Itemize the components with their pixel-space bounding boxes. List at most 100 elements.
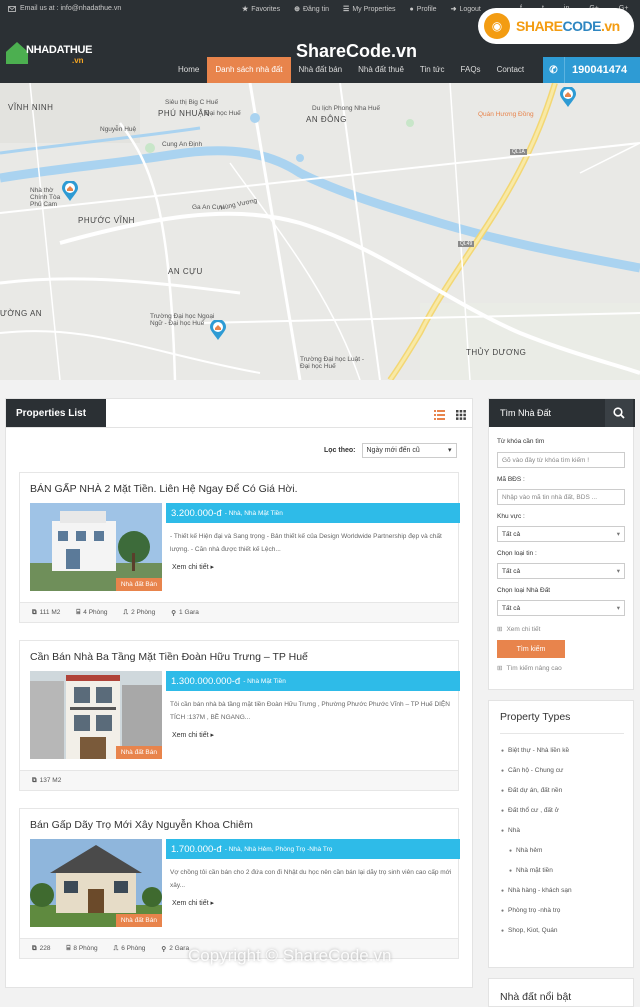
type-item-project-land[interactable]: ● Đất dự án, đất nền <box>501 787 623 794</box>
caret-right-icon: ▸ <box>210 732 215 739</box>
list-view-button[interactable] <box>431 407 447 423</box>
property-map[interactable]: VĨNH NINH PHÚ NHUẬN AN ĐÔNG PHƯỚC VĨNH A… <box>0 83 640 380</box>
property-title[interactable]: Cần Bán Nhà Ba Tầng Mặt Tiền Đoàn Hữu Tr… <box>30 651 308 663</box>
map-label-quan-huong: Quán Hương Đồng <box>478 111 534 118</box>
view-detail-link[interactable]: Xem chi tiết ▸ <box>172 731 214 739</box>
property-title[interactable]: BÁN GẤP NHÀ 2 Mặt Tiền. Liên Hệ Ngay Để … <box>30 483 298 495</box>
advanced-search-link[interactable]: ⊞ Tìm kiếm nâng cao <box>497 664 562 673</box>
advanced-search-label: Tìm kiếm nâng cao <box>506 664 562 672</box>
profile-link[interactable]: ● Profile <box>410 5 437 13</box>
property-title[interactable]: Bán Gấp Dãy Trọ Mới Xây Nguyễn Khoa Chiê… <box>30 819 253 831</box>
type-label: Nhà <box>508 827 520 834</box>
nav-faqs[interactable]: FAQs <box>453 57 489 83</box>
property-image[interactable]: Nhà đất Bán <box>30 671 162 759</box>
favorites-link[interactable]: ★ Favorites <box>242 5 281 14</box>
map-label-phuoc-vinh: PHƯỚC VĨNH <box>78 216 135 225</box>
list-view-icon <box>433 410 445 420</box>
watermark-badge-text: SHARECODE.vn <box>516 18 620 34</box>
nav-contact[interactable]: Contact <box>489 57 533 83</box>
type-item-apartment[interactable]: ● Căn hộ - Chung cư <box>501 767 623 774</box>
type-item-street-house[interactable]: ● Nhà mặt tiền <box>509 867 623 874</box>
view-toggle <box>431 407 469 423</box>
title-divider <box>500 733 624 734</box>
type-label: Shop, Kiot, Quán <box>508 927 558 934</box>
type-label: Đất dự án, đất nền <box>508 787 563 794</box>
nav-home[interactable]: Home <box>170 57 207 83</box>
logout-link[interactable]: ➜ Logout <box>451 5 481 14</box>
search-button[interactable]: Tìm kiếm <box>497 640 565 658</box>
view-detail-link[interactable]: Xem chi tiết ▸ <box>172 899 214 907</box>
type-item-room-rental[interactable]: ● Phòng trọ -nhà trọ <box>501 907 623 914</box>
badge-part-vn: .vn <box>600 18 620 34</box>
bullet-icon: ● <box>501 827 505 834</box>
post-link[interactable]: ⊕ Đăng tin <box>294 5 329 14</box>
my-properties-link[interactable]: ☰ My Properties <box>343 5 395 14</box>
feature-area: ⧉ 111 M2 <box>32 609 60 617</box>
map-label-tdluat: Trường Đại học Luật - Đại học Huế <box>300 356 365 370</box>
property-description: - Thiết kế Hiện đại và Sang trọng - Bản … <box>170 533 442 553</box>
view-all-link[interactable]: ⊞ Xem chi tiết <box>497 625 541 634</box>
garage-icon: ⚲ <box>171 609 177 617</box>
garage-value: 2 Gara <box>169 945 190 952</box>
kind-label: Chọn loại Nhà Đất <box>497 587 551 594</box>
sale-tag: Nhà đất Bán <box>115 914 162 927</box>
bullet-icon: ● <box>501 907 505 914</box>
map-pin-icon[interactable] <box>62 181 78 201</box>
property-type: - Nhà, Nhà Mặt Tiền <box>224 509 283 517</box>
email-info[interactable]: Email us at : info@nhadathue.vn <box>8 5 121 12</box>
badge-part-share: SHARE <box>516 18 563 34</box>
type-item-residential-land[interactable]: ● Đất thổ cư , đất ở <box>501 807 623 814</box>
plus-square-icon: ⊞ <box>497 665 503 672</box>
bullet-icon: ● <box>509 847 513 854</box>
price: 1.300.000.000-đ <box>171 675 241 687</box>
type-item-shop[interactable]: ● Shop, Kiot, Quán <box>501 927 623 934</box>
area-icon: ⧉ <box>32 776 37 784</box>
property-card-3: Bán Gấp Dãy Trọ Mới Xây Nguyễn Khoa Chiê… <box>19 808 460 959</box>
sort-select[interactable]: Ngày mới đến cũ <box>361 443 457 458</box>
search-toggle-button[interactable] <box>605 399 633 427</box>
map-label-vinh-ninh: VĨNH NINH <box>8 103 54 112</box>
code-input[interactable]: Nhập vào mã tin nhà đất, BDS ... <box>497 489 625 505</box>
email-text: Email us at : info@nhadathue.vn <box>20 5 122 12</box>
hotline[interactable]: ✆ 190041474 <box>543 57 640 83</box>
map-label-ql49: QL49 <box>458 241 475 247</box>
area-select[interactable]: Tất cả <box>497 526 625 542</box>
type-item-house[interactable]: ● Nhà <box>501 827 623 834</box>
type-select[interactable]: Tất cả <box>497 563 625 579</box>
map-label-bigc: Siêu thị Big C Huế <box>165 99 219 106</box>
view-detail-label: Xem chi tiết <box>172 900 209 907</box>
property-image[interactable]: Nhà đất Bán <box>30 839 162 927</box>
type-label: Đất thổ cư , đất ở <box>508 807 559 814</box>
house-logo-icon <box>6 42 28 64</box>
bullet-icon: ● <box>501 927 505 934</box>
bullet-icon: ● <box>509 867 513 874</box>
type-item-hotel[interactable]: ● Nhà hàng - khách sạn <box>501 887 623 894</box>
logout-label: Logout <box>459 5 481 13</box>
type-item-villa[interactable]: ● Biệt thự - Nhà liền kề <box>501 747 623 754</box>
favorites-label: Favorites <box>251 5 281 13</box>
map-label-truong-an: ƯỜNG AN <box>0 309 43 318</box>
type-label: Chọn loại tin : <box>497 550 537 557</box>
type-item-alley-house[interactable]: ● Nhà hẻm <box>509 847 623 854</box>
phone-icon: ✆ <box>543 57 565 83</box>
keyword-input[interactable]: Gõ vào đây từ khóa tìm kiếm ! <box>497 452 625 468</box>
grid-view-button[interactable] <box>453 407 469 423</box>
property-image[interactable]: Nhà đất Bán <box>30 503 162 591</box>
map-pin-icon-3[interactable] <box>560 87 576 107</box>
nav-property-list[interactable]: Danh sách nhà đất <box>207 57 291 83</box>
site-logo[interactable]: NHADATHUE .vn <box>6 40 92 70</box>
area-value: 228 <box>39 945 51 952</box>
map-label-ql1a: QL1A <box>510 149 527 155</box>
nav-news[interactable]: Tin tức <box>412 57 453 83</box>
property-card: BÁN GẤP NHÀ 2 Mặt Tiền. Liên Hệ Ngay Để … <box>19 472 460 623</box>
watermark-text: ShareCode.vn <box>296 41 418 61</box>
sale-tag: Nhà đất Bán <box>115 746 162 759</box>
map-label-dulich: Du lịch Phong Nha Huế <box>312 105 380 112</box>
map-label-thuy-duong: THỦY DƯƠNG <box>466 348 527 357</box>
property-description: Tôi cần bán nhà bà tầng mặt tiền Đoàn Hữ… <box>170 701 451 721</box>
view-all-label: Xem chi tiết <box>506 625 541 633</box>
view-detail-link[interactable]: Xem chi tiết ▸ <box>172 563 214 571</box>
garage-value: 1 Gara <box>179 609 199 616</box>
kind-select[interactable]: Tất cả <box>497 600 625 616</box>
map-pin-icon-2[interactable] <box>210 320 226 340</box>
